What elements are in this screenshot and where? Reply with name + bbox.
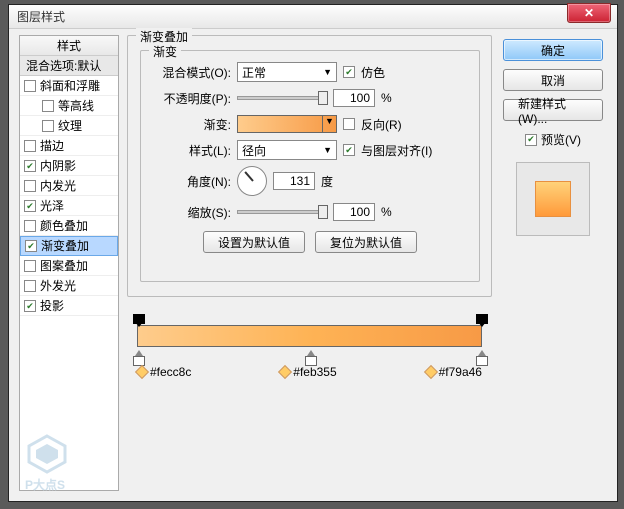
style-item-label: 内发光: [40, 176, 76, 196]
style-checkbox[interactable]: [24, 140, 36, 152]
style-checkbox[interactable]: [24, 200, 36, 212]
style-item-10[interactable]: 外发光: [20, 276, 118, 296]
style-item-6[interactable]: 光泽: [20, 196, 118, 216]
hex-label-3: #f79a46: [426, 365, 482, 379]
angle-dial[interactable]: [237, 166, 267, 196]
close-icon: ✕: [584, 6, 594, 20]
gradient-picker[interactable]: ▼: [237, 115, 337, 133]
style-item-0[interactable]: 斜面和浮雕: [20, 76, 118, 96]
style-item-11[interactable]: 投影: [20, 296, 118, 316]
style-item-7[interactable]: 颜色叠加: [20, 216, 118, 236]
titlebar[interactable]: 图层样式 ✕: [9, 5, 617, 29]
opacity-stop-left[interactable]: [133, 314, 143, 324]
angle-label: 角度(N):: [151, 173, 231, 190]
style-checkbox[interactable]: [24, 300, 36, 312]
watermark-logo: P大点S: [25, 434, 69, 493]
style-checkbox[interactable]: [24, 220, 36, 232]
reverse-checkbox[interactable]: [343, 118, 355, 130]
close-button[interactable]: ✕: [567, 3, 611, 23]
style-checkbox[interactable]: [24, 80, 36, 92]
align-label: 与图层对齐(I): [361, 142, 432, 159]
style-checkbox[interactable]: [42, 120, 54, 132]
color-stop-3[interactable]: [476, 350, 486, 360]
gradient-bar[interactable]: [137, 325, 482, 347]
preview-checkbox[interactable]: [525, 134, 537, 146]
new-style-button[interactable]: 新建样式(W)...: [503, 99, 603, 121]
style-item-9[interactable]: 图案叠加: [20, 256, 118, 276]
style-checkbox[interactable]: [24, 280, 36, 292]
style-item-4[interactable]: 内阴影: [20, 156, 118, 176]
make-default-button[interactable]: 设置为默认值: [203, 231, 305, 253]
blend-mode-select[interactable]: 正常 ▼: [237, 62, 337, 82]
preview-swatch: [535, 181, 571, 217]
style-item-label: 图案叠加: [40, 256, 88, 276]
style-label: 样式(L):: [151, 142, 231, 159]
styles-list: 样式 混合选项:默认 斜面和浮雕等高线纹理描边内阴影内发光光泽颜色叠加渐变叠加图…: [19, 35, 119, 491]
color-stop-2[interactable]: [305, 350, 315, 360]
reverse-label: 反向(R): [361, 116, 402, 133]
chevron-down-icon: ▼: [322, 116, 336, 132]
layer-style-dialog: 图层样式 ✕ 样式 混合选项:默认 斜面和浮雕等高线纹理描边内阴影内发光光泽颜色…: [8, 4, 618, 502]
gradient-overlay-group: 渐变叠加 渐变 混合模式(O): 正常 ▼ 仿色 不透明度(P):: [127, 35, 492, 297]
gradient-editor: #fecc8c #feb355 #f79a46: [127, 311, 492, 379]
cancel-button[interactable]: 取消: [503, 69, 603, 91]
blend-mode-label: 混合模式(O):: [151, 64, 231, 81]
window-title: 图层样式: [17, 8, 65, 25]
style-item-1[interactable]: 等高线: [20, 96, 118, 116]
style-item-label: 投影: [40, 296, 64, 316]
scale-field[interactable]: 100: [333, 203, 375, 221]
gradient-group: 渐变 混合模式(O): 正常 ▼ 仿色 不透明度(P): 100: [140, 50, 480, 282]
style-item-label: 内阴影: [40, 156, 76, 176]
style-item-5[interactable]: 内发光: [20, 176, 118, 196]
pencil-icon: [424, 365, 438, 379]
reset-default-button[interactable]: 复位为默认值: [315, 231, 417, 253]
style-item-label: 光泽: [40, 196, 64, 216]
styles-list-header[interactable]: 样式: [20, 36, 118, 56]
dither-label: 仿色: [361, 64, 385, 81]
style-select[interactable]: 径向 ▼: [237, 140, 337, 160]
pencil-icon: [278, 365, 292, 379]
style-item-label: 斜面和浮雕: [40, 76, 100, 96]
style-item-8[interactable]: 渐变叠加: [20, 236, 118, 256]
style-item-3[interactable]: 描边: [20, 136, 118, 156]
opacity-label: 不透明度(P):: [151, 90, 231, 107]
style-item-label: 描边: [40, 136, 64, 156]
color-stop-1[interactable]: [133, 350, 143, 360]
style-checkbox[interactable]: [24, 180, 36, 192]
preview-box: [516, 162, 590, 236]
style-item-label: 渐变叠加: [41, 236, 89, 256]
chevron-down-icon: ▼: [323, 67, 332, 77]
angle-unit: 度: [321, 173, 333, 190]
style-item-label: 纹理: [58, 116, 82, 136]
scale-label: 缩放(S):: [151, 204, 231, 221]
dialog-body: 样式 混合选项:默认 斜面和浮雕等高线纹理描边内阴影内发光光泽颜色叠加渐变叠加图…: [9, 29, 617, 501]
align-checkbox[interactable]: [343, 144, 355, 156]
gradient-label: 渐变:: [151, 116, 231, 133]
ok-button[interactable]: 确定: [503, 39, 603, 61]
settings-panel: 渐变叠加 渐变 混合模式(O): 正常 ▼ 仿色 不透明度(P):: [127, 35, 492, 491]
opacity-slider[interactable]: [237, 96, 327, 100]
pencil-icon: [135, 365, 149, 379]
right-buttons: 确定 取消 新建样式(W)... 预览(V): [499, 39, 607, 236]
hex-label-2: #feb355: [280, 365, 336, 379]
style-checkbox[interactable]: [25, 240, 37, 252]
style-checkbox[interactable]: [24, 260, 36, 272]
style-checkbox[interactable]: [24, 160, 36, 172]
scale-slider[interactable]: [237, 210, 327, 214]
style-item-label: 颜色叠加: [40, 216, 88, 236]
angle-field[interactable]: 131: [273, 172, 315, 190]
style-checkbox[interactable]: [42, 100, 54, 112]
style-item-2[interactable]: 纹理: [20, 116, 118, 136]
hex-label-1: #fecc8c: [137, 365, 191, 379]
blending-options-item[interactable]: 混合选项:默认: [20, 56, 118, 76]
opacity-field[interactable]: 100: [333, 89, 375, 107]
style-item-label: 外发光: [40, 276, 76, 296]
style-item-label: 等高线: [58, 96, 94, 116]
preview-label: 预览(V): [541, 131, 581, 148]
chevron-down-icon: ▼: [323, 145, 332, 155]
inner-group-title: 渐变: [149, 43, 181, 60]
dither-checkbox[interactable]: [343, 66, 355, 78]
opacity-stop-right[interactable]: [476, 314, 486, 324]
